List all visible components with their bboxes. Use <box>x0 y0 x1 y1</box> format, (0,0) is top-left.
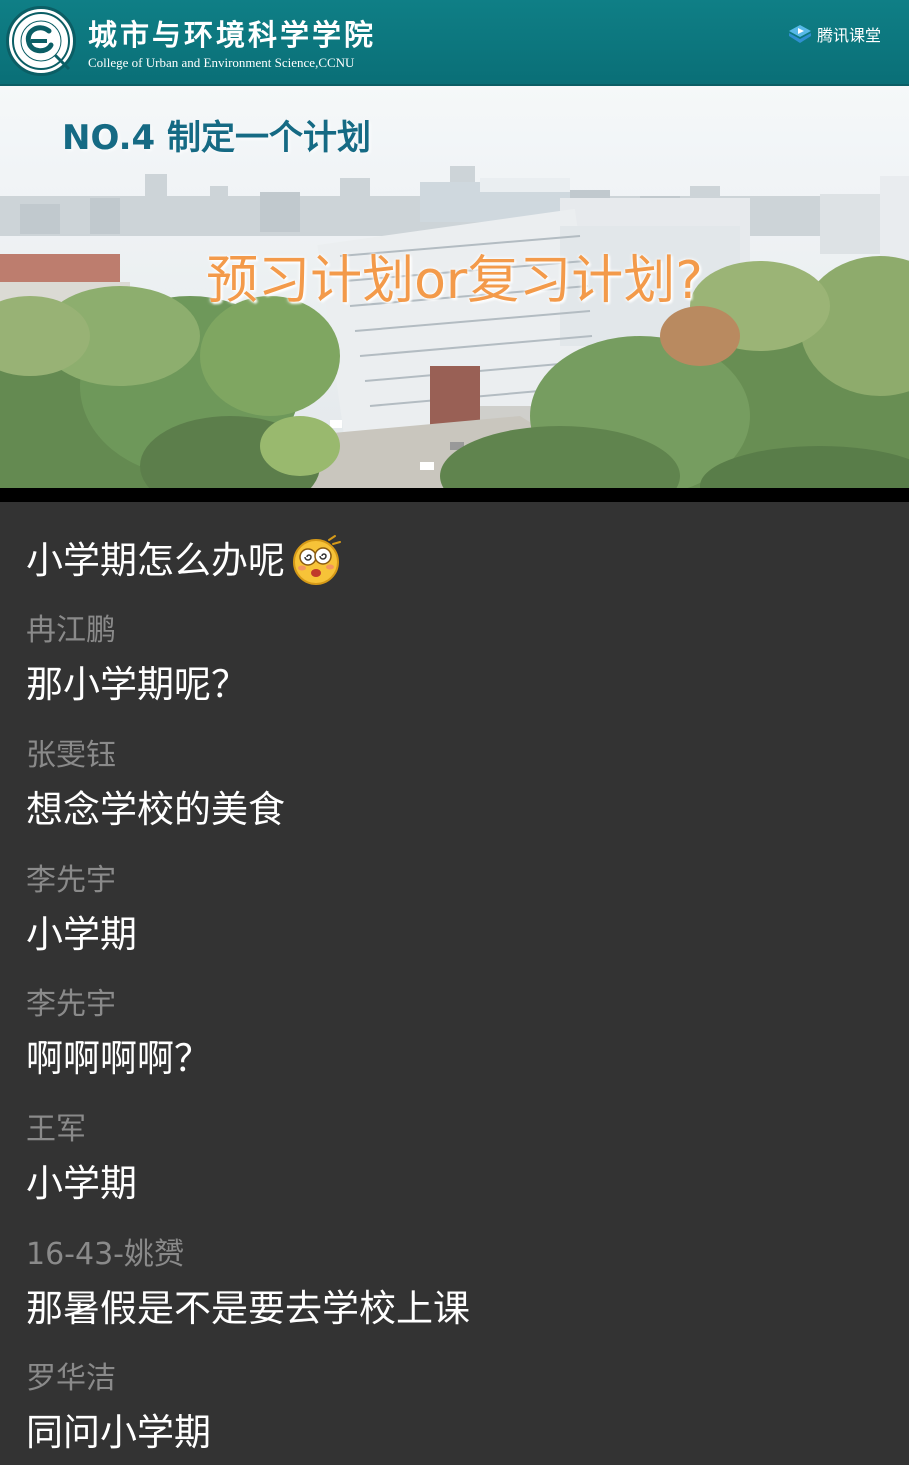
message-text: 小学期怎么办呢 <box>26 538 285 582</box>
message-text: 那小学期呢？ <box>26 663 248 706</box>
message-sender: 李先宇 <box>26 987 116 1022</box>
platform-badge: 腾讯课堂 <box>788 22 881 46</box>
message-sender: 冉江鹏 <box>26 613 116 648</box>
message-text: 想念学校的美食 <box>26 788 285 831</box>
chat-message: 李先宇 啊啊啊啊？ <box>26 987 211 1080</box>
tencent-classroom-icon <box>788 25 811 43</box>
chat-message: 16-43-姚赟 那暑假是不是要去学校上课 <box>26 1237 470 1330</box>
college-logo <box>6 6 76 76</box>
chat-message: 罗华洁 同问小学期 <box>26 1361 211 1454</box>
message-sender: 16-43-姚赟 <box>26 1237 184 1272</box>
college-name-en: College of Urban and Environment Science… <box>88 55 355 70</box>
slide-title: NO.4 制定一个计划 <box>62 118 372 158</box>
platform-name: 腾讯课堂 <box>816 26 881 45</box>
message-text: 小学期 <box>26 1162 137 1205</box>
chat-message: 小学期怎么办呢 <box>26 532 345 588</box>
chat-message: 李先宇 小学期 <box>26 863 137 956</box>
college-name-cn: 城市与环境科学学院 <box>88 18 377 52</box>
message-sender: 李先宇 <box>26 863 116 898</box>
shared-slide: 城市与环境科学学院 College of Urban and Environme… <box>0 0 909 490</box>
chat-message: 张雯钰 想念学校的美食 <box>26 738 285 831</box>
screen: 城市与环境科学学院 College of Urban and Environme… <box>0 0 909 1465</box>
slide-header: 城市与环境科学学院 College of Urban and Environme… <box>0 0 909 86</box>
chat-panel[interactable]: 小学期怎么办呢 冉江鹏 那小学期呢？ 张雯钰 想念学校的美食 李先宇 小学期 李… <box>0 502 909 1465</box>
dizzy-face-emoji-icon <box>293 535 341 585</box>
chat-message: 王军 小学期 <box>26 1112 137 1205</box>
message-text: 啊啊啊啊？ <box>26 1037 211 1080</box>
message-sender: 王军 <box>26 1112 86 1147</box>
message-sender: 张雯钰 <box>26 738 116 773</box>
slide-question: 预习计划or复习计划? <box>206 251 703 311</box>
chat-message: 冉江鹏 那小学期呢？ <box>26 613 248 706</box>
slide-divider <box>0 488 909 502</box>
message-text: 那暑假是不是要去学校上课 <box>26 1287 470 1330</box>
message-text: 小学期 <box>26 913 137 956</box>
message-text: 同问小学期 <box>26 1411 211 1454</box>
message-sender: 罗华洁 <box>26 1361 116 1396</box>
